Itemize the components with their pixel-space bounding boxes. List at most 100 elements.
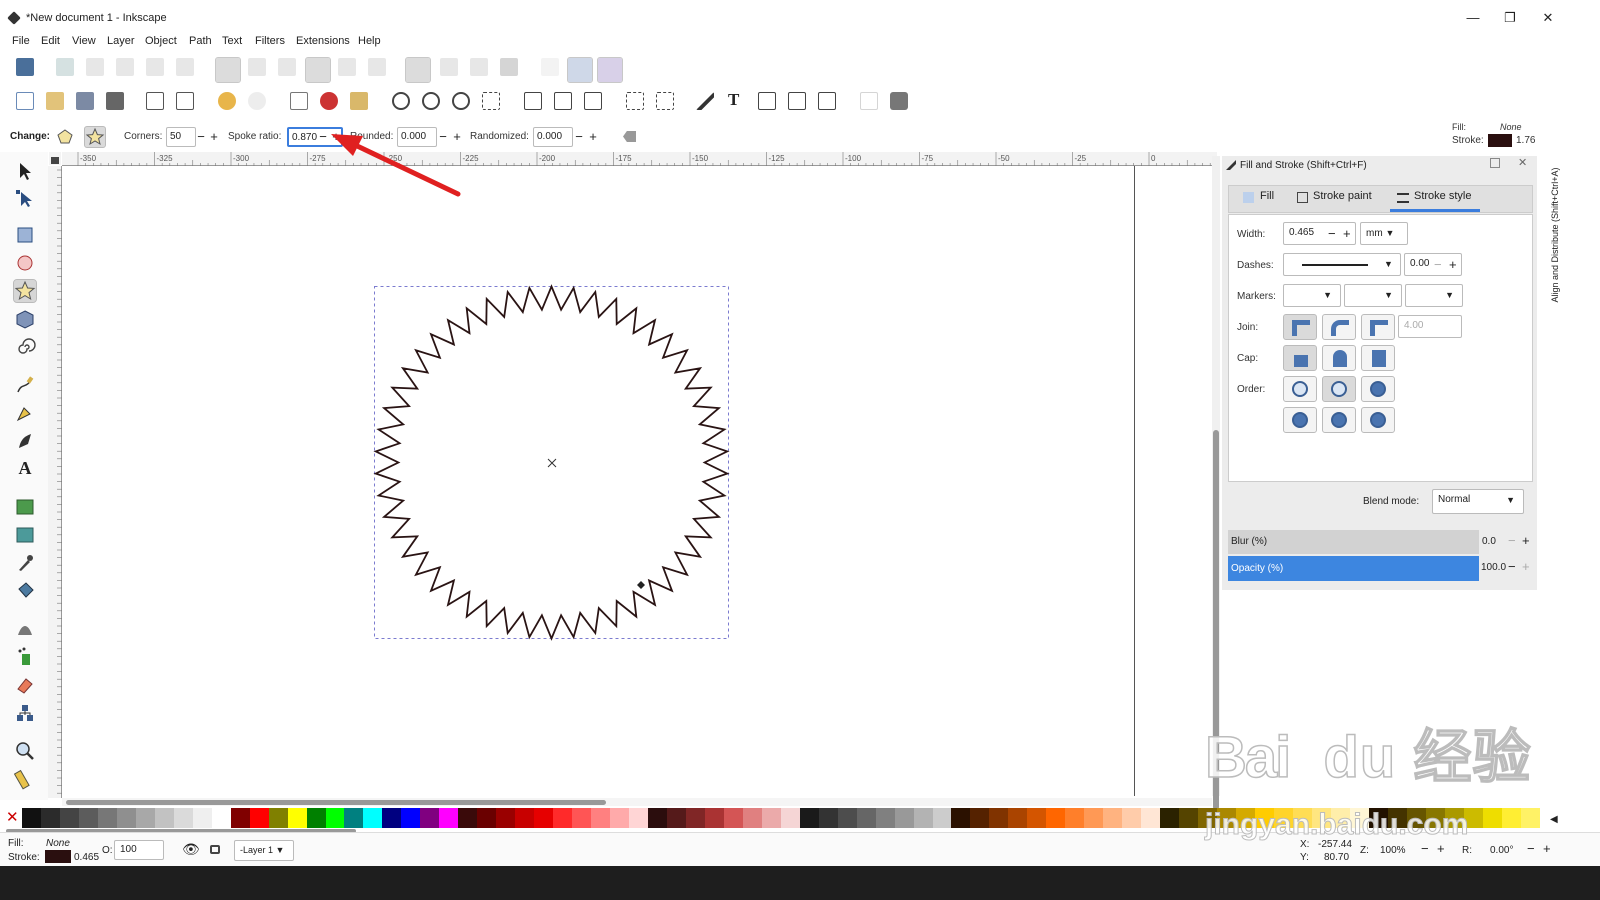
snap-center-icon[interactable] xyxy=(440,58,458,76)
palette-swatch[interactable] xyxy=(1141,808,1161,828)
palette-swatch[interactable] xyxy=(1065,808,1085,828)
join-miter-button[interactable] xyxy=(1283,314,1317,340)
dash-offset-increment[interactable]: + xyxy=(1449,257,1457,272)
spray-tool-icon[interactable] xyxy=(14,646,36,668)
opacity-value[interactable]: 100.0 xyxy=(1481,562,1506,573)
mid-marker-select[interactable]: ▼ xyxy=(1344,284,1402,307)
palette-swatch[interactable] xyxy=(173,808,193,828)
zoom-width-icon[interactable] xyxy=(482,92,500,110)
zoom-increment[interactable]: + xyxy=(1437,841,1445,856)
zoom-selection-icon[interactable] xyxy=(392,92,410,110)
palette-swatch[interactable] xyxy=(572,808,592,828)
palette-swatch[interactable] xyxy=(344,808,364,828)
palette-swatch[interactable] xyxy=(704,808,724,828)
mesh-tool-icon[interactable] xyxy=(14,524,36,546)
copy-icon[interactable] xyxy=(290,92,308,110)
stroke-color-swatch[interactable] xyxy=(1488,134,1512,147)
palette-swatch[interactable] xyxy=(306,808,326,828)
snap-smooth-icon[interactable] xyxy=(338,58,356,76)
palette-swatch[interactable] xyxy=(116,808,136,828)
rotation-increment[interactable]: + xyxy=(1543,841,1551,856)
palette-swatch[interactable] xyxy=(477,808,497,828)
palette-swatch[interactable] xyxy=(666,808,686,828)
width-unit-select[interactable]: mm ▼ xyxy=(1360,222,1408,245)
order-fill-stroke-markers-button[interactable] xyxy=(1283,376,1317,402)
text-tool-icon[interactable]: A xyxy=(14,458,36,480)
import-icon[interactable] xyxy=(146,92,164,110)
palette-swatch[interactable] xyxy=(382,808,402,828)
palette-swatch[interactable] xyxy=(135,808,155,828)
palette-swatch[interactable] xyxy=(78,808,98,828)
zoom-input[interactable]: 100% xyxy=(1374,840,1418,862)
xml-editor-icon[interactable] xyxy=(758,92,776,110)
palette-swatch[interactable] xyxy=(1122,808,1142,828)
end-marker-select[interactable]: ▼ xyxy=(1405,284,1463,307)
tab-stroke-style[interactable]: Stroke style xyxy=(1414,190,1471,202)
export-icon[interactable] xyxy=(176,92,194,110)
pen-tool-icon[interactable] xyxy=(14,402,36,424)
group-icon[interactable] xyxy=(626,92,644,110)
palette-swatch[interactable] xyxy=(647,808,667,828)
corners-increment[interactable]: + xyxy=(208,128,220,146)
palette-swatch[interactable] xyxy=(856,808,876,828)
join-bevel-button[interactable] xyxy=(1361,314,1395,340)
close-button[interactable]: ✕ xyxy=(1530,8,1566,28)
randomized-increment[interactable]: + xyxy=(587,128,599,146)
menu-edit[interactable]: Edit xyxy=(41,33,60,49)
dialog-iconify-button[interactable] xyxy=(1490,158,1500,168)
zoom-decrement[interactable]: − xyxy=(1421,841,1429,856)
snap-cusp-icon[interactable] xyxy=(305,57,331,83)
paste-icon[interactable] xyxy=(350,92,368,110)
randomized-input[interactable]: 0.000 xyxy=(533,127,573,147)
ellipse-tool-icon[interactable] xyxy=(14,252,36,274)
corners-input[interactable]: 50 xyxy=(166,127,196,147)
palette-swatch[interactable] xyxy=(1008,808,1028,828)
palette-swatch[interactable] xyxy=(837,808,857,828)
palette-swatch[interactable] xyxy=(363,808,383,828)
order-stroke-markers-fill-button[interactable] xyxy=(1322,407,1356,433)
palette-swatch[interactable] xyxy=(1501,808,1521,828)
zoom-drawing-icon[interactable] xyxy=(422,92,440,110)
snap-bbox-corner-icon[interactable] xyxy=(116,58,134,76)
order-markers-stroke-fill-button[interactable] xyxy=(1361,407,1395,433)
snap-midpoint-icon[interactable] xyxy=(368,58,386,76)
tab-fill[interactable]: Fill xyxy=(1260,190,1274,202)
dash-pattern-select[interactable]: ▼ xyxy=(1283,253,1401,276)
paint-bucket-tool-icon[interactable] xyxy=(14,580,36,602)
measure-tool-icon[interactable] xyxy=(13,768,36,790)
palette-swatch[interactable] xyxy=(59,808,79,828)
palette-swatch[interactable] xyxy=(534,808,554,828)
palette-swatch[interactable] xyxy=(932,808,952,828)
snap-toggle-icon[interactable] xyxy=(16,58,34,76)
layer-lock-icon[interactable] xyxy=(210,845,220,854)
palette-swatch[interactable] xyxy=(1103,808,1123,828)
palette-swatch[interactable] xyxy=(401,808,421,828)
preferences-icon[interactable] xyxy=(890,92,908,110)
status-opacity-input[interactable]: 100 xyxy=(114,840,164,860)
order-stroke-fill-markers-button[interactable] xyxy=(1322,376,1356,402)
zoom-page-icon[interactable] xyxy=(452,92,470,110)
menu-extensions[interactable]: Extensions xyxy=(296,33,350,49)
tweak-tool-icon[interactable] xyxy=(14,618,36,640)
pencil-tool-icon[interactable] xyxy=(14,374,36,396)
align-distribute-icon[interactable] xyxy=(818,92,836,110)
palette-swatch[interactable] xyxy=(22,808,41,828)
palette-swatch[interactable] xyxy=(818,808,838,828)
opacity-decrement[interactable]: − xyxy=(1508,559,1516,574)
menu-object[interactable]: Object xyxy=(145,33,177,49)
clone-icon[interactable] xyxy=(554,92,572,110)
opacity-increment[interactable]: + xyxy=(1522,559,1530,574)
3d-box-tool-icon[interactable] xyxy=(14,308,36,330)
palette-swatch[interactable] xyxy=(875,808,895,828)
redo-icon[interactable] xyxy=(248,92,266,110)
blur-value[interactable]: 0.0 xyxy=(1482,536,1496,547)
selector-tool-icon[interactable] xyxy=(14,160,36,182)
minimize-button[interactable]: — xyxy=(1455,8,1491,28)
palette-swatch[interactable] xyxy=(154,808,174,828)
palette-swatch[interactable] xyxy=(913,808,933,828)
blur-decrement[interactable]: − xyxy=(1508,533,1516,548)
text-font-dialog-icon[interactable]: T xyxy=(728,90,739,110)
cap-round-button[interactable] xyxy=(1322,345,1356,371)
star-mode-button[interactable] xyxy=(84,126,106,148)
print-icon[interactable] xyxy=(106,92,124,110)
